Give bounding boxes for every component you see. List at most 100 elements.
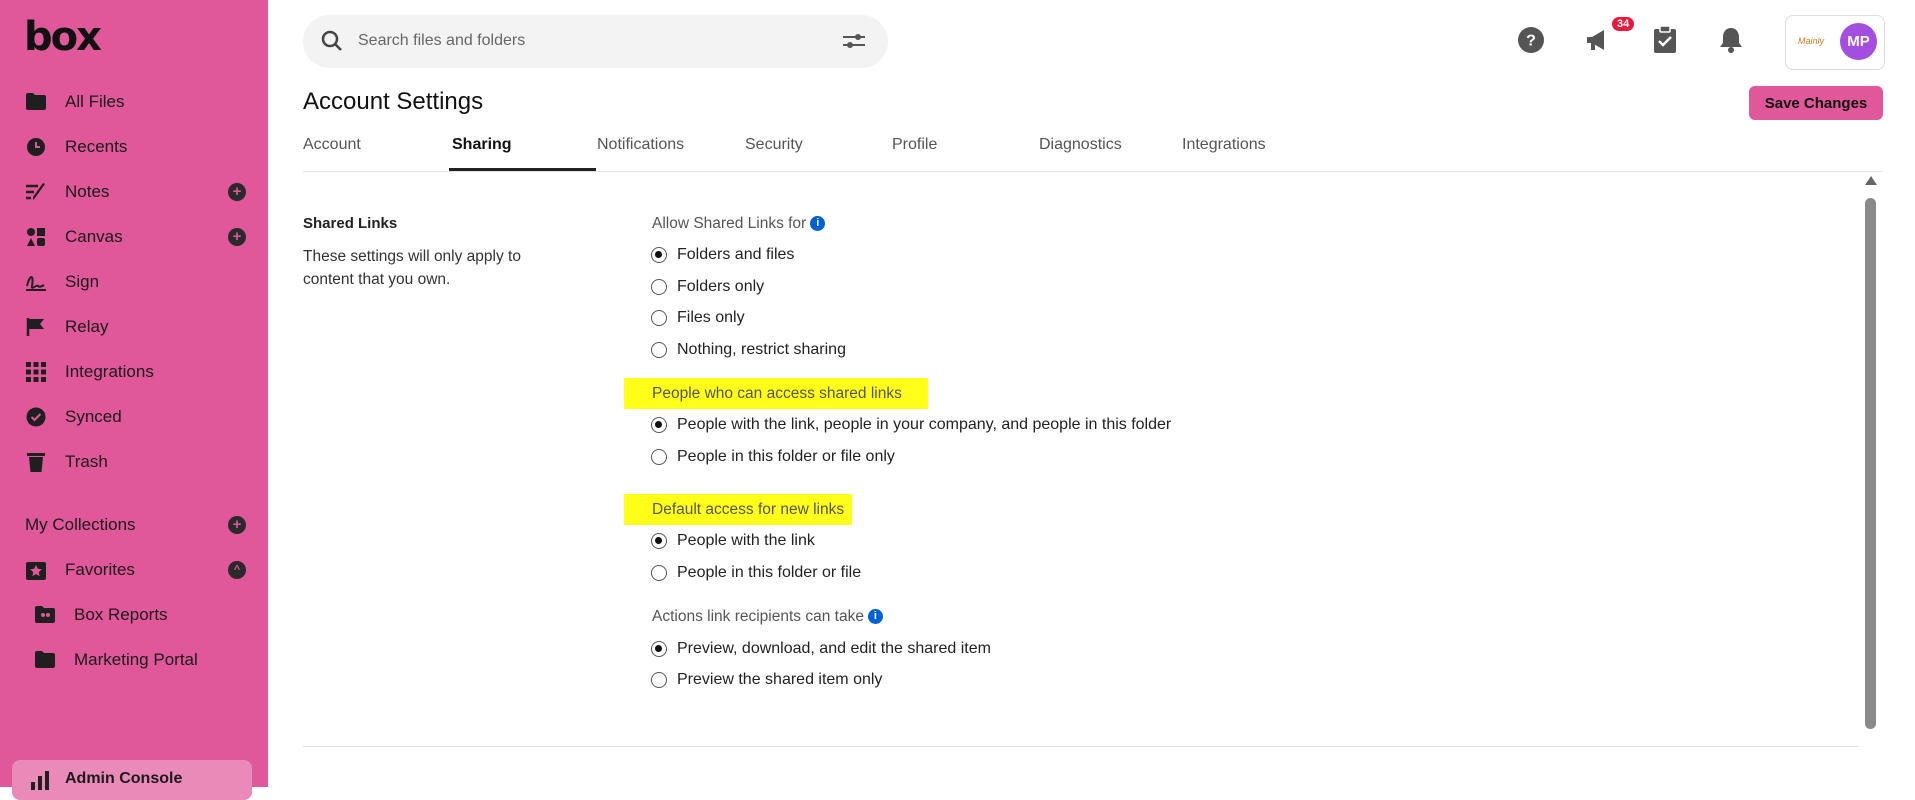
settings-tabs: Account Sharing Notifications Security P… [303,134,1883,172]
scroll-up-arrow-icon[interactable] [1865,176,1877,185]
scrollbar[interactable] [1864,176,1878,787]
sidebar-my-collections[interactable]: My Collections + [0,502,268,547]
radio-button[interactable] [651,342,667,358]
radio-folders-only[interactable]: Folders only [651,278,764,296]
sidebar-item-trash[interactable]: Trash [0,439,268,484]
shared-folder-icon [34,604,56,626]
sidebar-item-recents[interactable]: Recents [0,124,268,169]
sidebar-item-integrations[interactable]: Integrations [0,349,268,394]
collapse-favorites-icon[interactable]: ^ [228,560,246,579]
add-note-icon[interactable]: + [228,182,246,201]
sidebar-item-notes[interactable]: Notes + [0,169,268,214]
favorites-icon [25,559,47,581]
radio-folders-and-files[interactable]: Folders and files [651,246,794,264]
shared-links-title: Shared Links [303,215,398,232]
radio-button[interactable] [651,279,667,295]
tab-integrations[interactable]: Integrations [1182,136,1266,154]
tab-diagnostics[interactable]: Diagnostics [1039,136,1122,154]
shared-links-description: These settings will only apply to conten… [303,248,521,288]
radio-button-selected[interactable] [651,247,667,263]
svg-text:?: ? [1526,33,1536,50]
scrollbar-thumb[interactable] [1865,198,1876,729]
radio-label: People in this folder or file only [677,448,895,465]
radio-label: People with the link [677,532,815,549]
clock-icon [25,136,47,158]
sidebar-item-synced[interactable]: Synced [0,394,268,439]
page-title: Account Settings [303,88,484,115]
tab-sharing[interactable]: Sharing [452,136,512,154]
access-label-highlighted: People who can access shared links [624,378,928,409]
megaphone-icon[interactable] [1584,26,1612,54]
radio-button[interactable] [651,310,667,326]
tab-account[interactable]: Account [303,136,361,154]
sidebar-item-label: Relay [65,316,109,336]
radio-people-with-link[interactable]: People with the link [651,532,815,550]
radio-button-selected[interactable] [651,417,667,433]
radio-people-with-link-company-folder[interactable]: People with the link, people in your com… [651,416,1171,434]
sidebar-item-canvas[interactable]: Canvas + [0,214,268,259]
radio-nothing-restrict[interactable]: Nothing, restrict sharing [651,341,846,359]
radio-people-in-folder-only[interactable]: People in this folder or file only [651,448,895,466]
sidebar-item-label: Trash [65,451,108,471]
grid-icon [25,361,47,383]
radio-preview-download-edit[interactable]: Preview, download, and edit the shared i… [651,640,991,658]
bell-icon[interactable] [1717,26,1745,54]
sidebar-item-label: Integrations [65,361,154,381]
filter-icon[interactable] [842,33,866,54]
radio-label: People with the link, people in your com… [677,416,1172,433]
radio-button[interactable] [651,449,667,465]
section-divider [303,746,1859,747]
add-canvas-icon[interactable]: + [228,227,246,246]
sidebar-item-relay[interactable]: Relay [0,304,268,349]
tab-notifications[interactable]: Notifications [597,136,684,154]
sidebar: box All Files Recents Notes + Canvas + S… [0,0,268,800]
relay-icon [25,316,47,338]
box-logo[interactable]: box [24,14,102,60]
notes-icon [25,181,47,203]
radio-files-only[interactable]: Files only [651,309,745,327]
radio-button[interactable] [651,565,667,581]
radio-people-in-folder-or-file[interactable]: People in this folder or file [651,564,861,582]
notifications-badge: 34 [1610,15,1637,33]
search-input[interactable]: Search files and folders [358,32,525,50]
tab-security[interactable]: Security [745,136,803,154]
sidebar-item-favorites[interactable]: Favorites ^ [0,547,268,592]
radio-button-selected[interactable] [651,533,667,549]
sidebar-item-label: Sign [65,271,100,291]
sidebar-item-sign[interactable]: Sign [0,259,268,304]
collections-label: My Collections [25,514,136,534]
folder-icon [25,91,47,113]
radio-label: Folders only [677,278,765,295]
info-icon[interactable]: i [810,216,826,232]
radio-button-selected[interactable] [651,641,667,657]
tasks-icon[interactable] [1651,26,1679,54]
account-menu[interactable]: Mainly MP [1785,15,1885,70]
default-access-heading: Default access for new links [624,494,853,525]
sidebar-item-label: Box Reports [74,604,168,624]
radio-preview-only[interactable]: Preview the shared item only [651,671,882,689]
favorite-item-box-reports[interactable]: Box Reports [0,592,268,637]
actions-heading: Actions link recipients can take i [652,608,883,626]
radio-button[interactable] [651,672,667,688]
radio-label: People in this folder or file [677,564,862,581]
enterprise-logo: Mainly [1798,36,1825,46]
admin-console-button[interactable]: Admin Console [12,760,252,800]
info-icon[interactable]: i [867,609,883,625]
add-collection-icon[interactable]: + [228,515,246,534]
search-icon [321,30,343,57]
search-bar[interactable]: Search files and folders [303,15,888,68]
radio-label: Nothing, restrict sharing [677,341,846,358]
tab-profile[interactable]: Profile [892,136,937,154]
favorite-item-marketing-portal[interactable]: Marketing Portal [0,637,268,682]
sidebar-item-label: Canvas [65,226,123,246]
bar-chart-icon [30,770,50,795]
avatar[interactable]: MP [1840,23,1877,60]
sidebar-item-label: Favorites [65,559,135,579]
allow-shared-links-heading: Allow Shared Links for i [652,215,826,233]
radio-label: Preview the shared item only [677,671,883,688]
allow-shared-links-label: Allow Shared Links for [652,215,807,232]
help-icon[interactable]: ? [1517,26,1545,54]
save-changes-button[interactable]: Save Changes [1749,86,1883,120]
sidebar-item-label: All Files [65,91,125,111]
sidebar-item-all-files[interactable]: All Files [0,79,268,124]
